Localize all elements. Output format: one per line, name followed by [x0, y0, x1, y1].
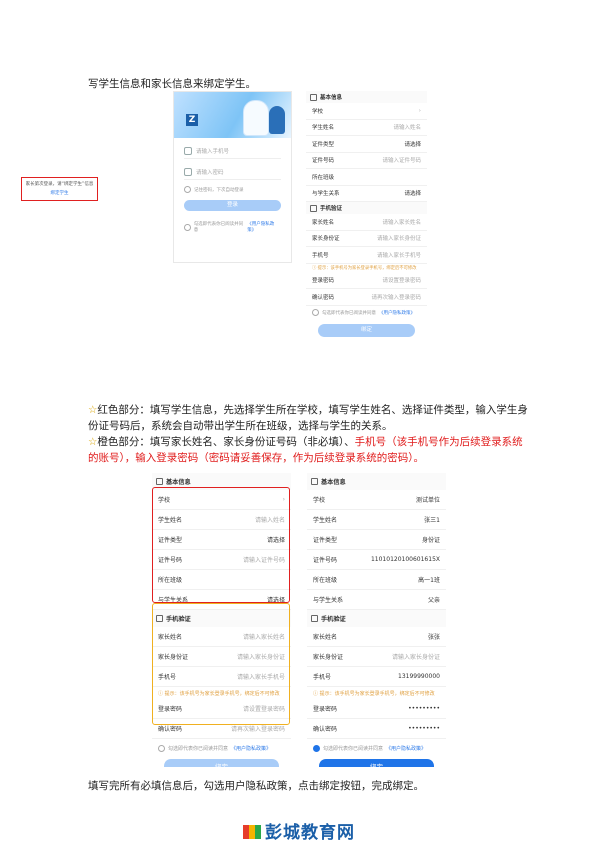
remember-checkbox[interactable]: 记住密码，下次自动登录 — [184, 186, 281, 193]
document-icon — [310, 93, 317, 101]
password-field[interactable]: 登录密码 请设置登录密码 — [306, 273, 427, 289]
id-no-field[interactable]: 证件号码 11010120100601615X — [307, 550, 446, 570]
instructions: ☆红色部分：填写学生信息，先选择学生所在学校，填写学生姓名、选择证件类型，输入学… — [88, 404, 528, 464]
parent-name-field[interactable]: 家长姓名 请输入家长姓名 — [306, 214, 427, 231]
parent-id-field[interactable]: 家长身份证 请输入家长身份证 — [307, 647, 446, 667]
checkbox-icon — [184, 186, 191, 193]
brand-name: 彭城教育网 — [265, 823, 355, 843]
phone-field[interactable]: 手机号 请输入家长手机号 — [306, 247, 427, 264]
class-field: 所在班级 — [306, 169, 427, 186]
lock-icon — [184, 168, 192, 176]
intro-text: 写学生信息和家长信息来绑定学生。 — [88, 78, 256, 90]
id-type-field[interactable]: 证件类型 身份证 — [307, 530, 446, 550]
account-input[interactable]: 请输入手机号 — [184, 144, 281, 159]
relation-field[interactable]: 与学生关系 请选择 — [306, 186, 427, 202]
site-logo: 彭城教育网 — [243, 818, 355, 843]
parent-name-field[interactable]: 家长姓名 张张 — [307, 627, 446, 647]
privacy-agree[interactable]: 勾选即代表你已阅读并同意 《用户隐私政策》 — [306, 306, 427, 320]
school-field[interactable]: 学校 测试单位 — [307, 490, 446, 510]
confirm-field[interactable]: 确认密码 请再次输入登录密码 — [306, 289, 427, 306]
form-screenshot-small: 基本信息 学校 › 学生姓名 请输入姓名 证件类型 请选择 证件号码 请输入证件号码 所… — [306, 91, 427, 349]
privacy-agree[interactable]: 勾选即代表你已阅读并同意 《用户隐私政策》 — [152, 739, 291, 757]
login-screenshot: Z 请输入手机号 请输入密码 记住密码，下次自动登录 登录 勾选即代表你已阅读并… — [173, 91, 292, 263]
bind-student-highlight: 家长第次登录，请“绑定学生”信息 绑定学生 — [21, 177, 98, 201]
student-name-field[interactable]: 学生姓名 请输入姓名 — [306, 120, 427, 136]
user-icon — [184, 147, 192, 155]
student-info-highlight — [152, 487, 290, 603]
checkbox-checked-icon — [313, 744, 320, 752]
form-screenshot-filled: 基本信息 学校 测试单位 学生姓名 张三1 证件类型 身份证 证件号码 11010120… — [307, 473, 446, 767]
parent-id-field[interactable]: 家长身份证 请输入家长身份证 — [306, 231, 427, 247]
confirm-field[interactable]: 确认密码 ••••••••• — [307, 719, 446, 739]
privacy-agree[interactable]: 勾选即代表你已阅读并同意 《用户隐私政策》 — [184, 221, 281, 233]
bind-button[interactable]: 绑定 — [164, 759, 279, 767]
outro-text: 填写完所有必填信息后，勾选用户隐私政策，点击绑定按钮，完成绑定。 — [88, 780, 424, 792]
book-logo-icon — [243, 822, 261, 840]
privacy-agree[interactable]: 勾选即代表你已阅读并同意 《用户隐私政策》 — [307, 739, 446, 757]
checkbox-icon — [312, 309, 319, 316]
phone-icon — [311, 615, 318, 622]
login-banner: Z — [174, 92, 291, 138]
bind-button[interactable]: 绑定 — [319, 759, 434, 767]
illustration-figure-icon — [243, 100, 269, 136]
student-name-field[interactable]: 学生姓名 张三1 — [307, 510, 446, 530]
school-field[interactable]: 学校 › — [306, 103, 427, 120]
phone-field[interactable]: 手机号 13199990000 — [307, 667, 446, 687]
document-icon — [311, 478, 318, 485]
id-no-field[interactable]: 证件号码 请输入证件号码 — [306, 153, 427, 169]
bind-button[interactable]: 绑定 — [318, 323, 415, 337]
illustration-figure-icon — [269, 106, 285, 134]
id-type-field[interactable]: 证件类型 请选择 — [306, 136, 427, 153]
phone-icon — [310, 204, 317, 212]
login-button[interactable]: 登录 — [184, 200, 281, 211]
document-icon — [156, 478, 163, 485]
relation-field[interactable]: 与学生关系 父亲 — [307, 590, 446, 610]
class-field: 所在班级 高一1班 — [307, 570, 446, 590]
section-phone: 手机验证 — [306, 202, 427, 214]
password-field[interactable]: 登录密码 ••••••••• — [307, 699, 446, 719]
bind-student-link[interactable]: 绑定学生 — [22, 189, 97, 198]
app-logo-icon: Z — [186, 114, 198, 126]
phone-hint: ⓘ 提示：该手机号为家长登录手机号，绑定后不可修改 — [313, 690, 435, 697]
password-input[interactable]: 请输入密码 — [184, 165, 281, 180]
phone-hint: ⓘ 提示：该手机号为家长登录手机号，绑定后不可修改 — [312, 266, 417, 271]
section-basic: 基本信息 — [306, 91, 427, 103]
checkbox-icon — [184, 223, 191, 231]
parent-info-highlight — [152, 603, 290, 725]
